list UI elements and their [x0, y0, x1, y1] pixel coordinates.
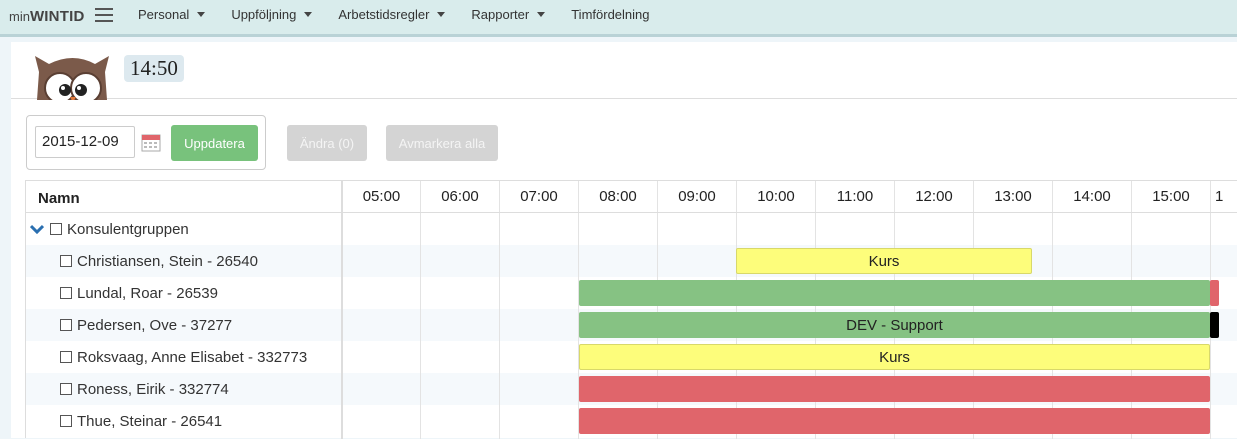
person-label: Roness, Eirik - 332774	[60, 373, 229, 405]
row-checkbox[interactable]	[60, 255, 72, 267]
menu-label: Rapporter	[471, 7, 530, 22]
schedule-bar-end[interactable]	[1210, 312, 1219, 338]
group-checkbox[interactable]	[50, 223, 62, 235]
row-checkbox[interactable]	[60, 415, 72, 427]
schedule-bar[interactable]	[579, 376, 1210, 402]
caret-down-icon	[197, 12, 206, 17]
person-label: Pedersen, Ove - 37277	[60, 309, 232, 341]
group-row: Konsulentgruppen	[26, 213, 1237, 245]
row-checkbox[interactable]	[60, 287, 72, 299]
menu-rapporter[interactable]: Rapporter	[471, 7, 546, 22]
schedule-grid: Konsulentgruppen Christiansen, Stein - 2…	[25, 180, 1237, 439]
person-label: Lundal, Roar - 26539	[60, 277, 218, 309]
person-label: Thue, Steinar - 26541	[60, 405, 222, 437]
hour-header: 15:00	[1152, 188, 1190, 205]
hour-header: 06:00	[441, 188, 479, 205]
hour-header: 05:00	[362, 188, 401, 205]
hour-gridline	[1210, 181, 1211, 439]
group-name: Konsulentgruppen	[67, 220, 189, 238]
date-input[interactable]: 2015-12-09	[35, 126, 135, 158]
hamburger-menu-icon[interactable]	[95, 6, 113, 22]
menu-label: Uppföljning	[231, 7, 297, 22]
schedule-bar[interactable]	[579, 408, 1210, 434]
app-logo[interactable]: min WINTID	[9, 8, 84, 25]
main-panel: 14:50 2015-12-09 Uppdatera Ändra (0) Avm…	[11, 42, 1237, 439]
person-name: Lundal, Roar - 26539	[77, 284, 218, 302]
header-strip: 14:50	[11, 42, 1237, 100]
group-label: Konsulentgruppen	[30, 213, 189, 245]
hour-header: 13:00	[994, 188, 1032, 205]
hour-gridline	[420, 181, 421, 439]
hour-header: 10:00	[757, 188, 795, 205]
main-menu: Personal Uppföljning Arbetstidsregler Ra…	[138, 7, 676, 22]
menu-label: Arbetstidsregler	[338, 7, 430, 22]
change-button[interactable]: Ändra (0)	[287, 125, 367, 161]
person-name: Pedersen, Ove - 37277	[77, 316, 233, 334]
brand-name: WINTID	[29, 8, 85, 25]
top-navbar: min WINTID Personal Uppföljning Arbetstid…	[0, 0, 1237, 37]
hour-gridline	[499, 181, 500, 439]
menu-personal[interactable]: Personal	[138, 7, 206, 22]
name-column-divider	[341, 181, 343, 439]
menu-label: Timfördelning	[571, 7, 650, 22]
row-checkbox[interactable]	[60, 319, 72, 331]
person-label: Roksvaag, Anne Elisabet - 332773	[60, 341, 307, 373]
owl-mascot-icon	[35, 56, 109, 100]
caret-down-icon	[537, 12, 546, 17]
date-controls: 2015-12-09 Uppdatera	[26, 115, 266, 170]
menu-timfordelning[interactable]: Timfördelning	[571, 7, 649, 22]
clock-display: 14:50	[124, 55, 184, 82]
person-name: Roness, Eirik - 332774	[77, 380, 229, 398]
hour-header: 07:00	[520, 188, 558, 205]
hour-header: 12:00	[915, 188, 953, 205]
person-name: Thue, Steinar - 26541	[77, 412, 223, 430]
schedule-bar-kurs[interactable]: Kurs	[579, 344, 1210, 370]
update-button[interactable]: Uppdatera	[171, 125, 258, 161]
brand-prefix: min	[9, 9, 30, 24]
hour-header: 08:00	[599, 188, 637, 205]
person-name: Christiansen, Stein - 26540	[77, 252, 258, 270]
caret-down-icon	[437, 12, 446, 17]
schedule-bar-kurs[interactable]: Kurs	[736, 248, 1032, 274]
hour-header: 09:00	[678, 188, 716, 205]
schedule-bar-end[interactable]	[1210, 280, 1219, 306]
hour-header: 11:00	[836, 188, 874, 205]
hour-header: 14:00	[1073, 188, 1111, 205]
header-divider	[26, 212, 1237, 213]
person-label: Christiansen, Stein - 26540	[60, 245, 258, 277]
menu-label: Personal	[138, 7, 190, 22]
chevron-down-icon[interactable]	[30, 224, 44, 234]
schedule-bar-dev-support[interactable]: DEV - Support	[579, 312, 1210, 338]
menu-uppfoljning[interactable]: Uppföljning	[231, 7, 313, 22]
hour-header: 1	[1215, 188, 1224, 205]
calendar-icon[interactable]	[141, 132, 161, 152]
table-row: Christiansen, Stein - 26540	[26, 245, 1237, 277]
deselect-all-button[interactable]: Avmarkera alla	[386, 125, 498, 161]
menu-arbetstidsregler[interactable]: Arbetstidsregler	[338, 7, 446, 22]
name-column-header: Namn	[38, 190, 80, 207]
schedule-bar[interactable]	[579, 280, 1210, 306]
row-checkbox[interactable]	[60, 383, 72, 395]
row-checkbox[interactable]	[60, 351, 72, 363]
caret-down-icon	[304, 12, 313, 17]
person-name: Roksvaag, Anne Elisabet - 332773	[77, 348, 308, 366]
